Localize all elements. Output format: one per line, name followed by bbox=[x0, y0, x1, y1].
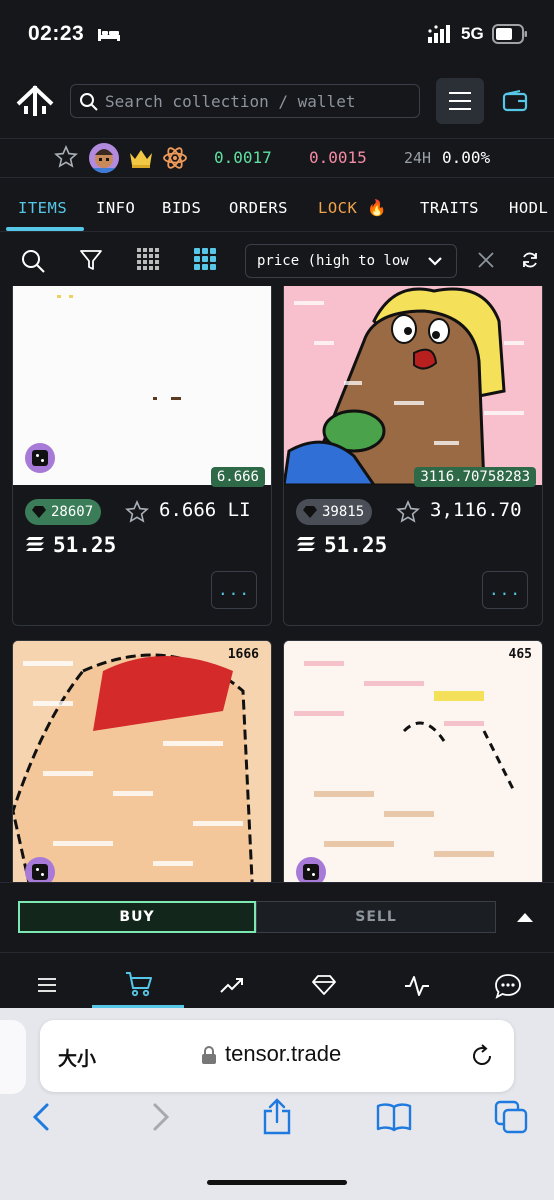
previous-tab-preview[interactable] bbox=[0, 1020, 26, 1094]
filter-icon[interactable] bbox=[79, 248, 103, 272]
change-label: 24H bbox=[404, 149, 432, 167]
supply-count: 1666 bbox=[227, 647, 259, 662]
search-icon[interactable] bbox=[20, 248, 46, 274]
star-icon[interactable] bbox=[396, 500, 420, 524]
back-icon[interactable] bbox=[30, 1102, 52, 1132]
rarity-badge: 28607 bbox=[25, 499, 102, 525]
rarity-rank: 28607 bbox=[51, 504, 94, 520]
share-icon[interactable] bbox=[262, 1098, 292, 1136]
sol-icon bbox=[297, 537, 315, 551]
trade-bar: BUY SELL bbox=[0, 882, 554, 952]
list-price: 51.25 bbox=[324, 533, 388, 557]
forward-icon[interactable] bbox=[150, 1102, 172, 1132]
list-icon[interactable] bbox=[37, 977, 57, 993]
lock-icon bbox=[202, 1046, 216, 1064]
tab-traits[interactable]: TRAITS bbox=[420, 199, 479, 217]
gem-icon bbox=[32, 506, 46, 518]
nft-card[interactable]: 6.666 28607 6.666 LI 51.25 ... bbox=[12, 286, 272, 626]
supply-count: 465 bbox=[508, 647, 532, 662]
battery-icon bbox=[492, 24, 527, 44]
nft-card[interactable]: 465 bbox=[283, 640, 543, 882]
tab-hodl[interactable]: HODL bbox=[509, 199, 548, 217]
last-price: 3,116.70 bbox=[430, 499, 522, 521]
nft-card[interactable]: 3116.70758283 39815 3,116.70 51.25 ... bbox=[283, 286, 543, 626]
more-options-button[interactable]: ... bbox=[211, 571, 257, 609]
nft-image[interactable] bbox=[284, 286, 542, 485]
close-icon[interactable] bbox=[477, 251, 495, 269]
refresh-icon[interactable] bbox=[521, 251, 539, 269]
tab-orders[interactable]: ORDERS bbox=[229, 199, 288, 217]
buy-button[interactable]: BUY bbox=[18, 901, 256, 933]
search-icon bbox=[80, 93, 98, 111]
search-input[interactable] bbox=[105, 85, 415, 117]
sell-button[interactable]: SELL bbox=[256, 901, 496, 933]
chart-icon[interactable] bbox=[220, 977, 244, 993]
app-header bbox=[0, 70, 554, 138]
rank-tag: 3116.70758283 bbox=[414, 467, 536, 487]
star-icon[interactable] bbox=[54, 145, 78, 169]
tab-lock[interactable]: LOCK 🔥 bbox=[318, 199, 387, 217]
wallet-icon[interactable] bbox=[502, 90, 528, 112]
items-grid: 6.666 28607 6.666 LI 51.25 ... 3116.7075… bbox=[0, 286, 554, 882]
signal-icon bbox=[428, 25, 450, 43]
dice-icon[interactable] bbox=[296, 857, 326, 882]
floor-price: 0.0017 bbox=[214, 148, 272, 167]
gem-icon bbox=[303, 506, 317, 518]
sort-value: price (high to low bbox=[257, 253, 409, 269]
sol-icon bbox=[26, 537, 44, 551]
grid-large-icon[interactable] bbox=[194, 248, 216, 270]
bookmarks-icon[interactable] bbox=[376, 1102, 412, 1132]
last-price: 6.666 LI bbox=[159, 499, 251, 521]
hamburger-menu-icon[interactable] bbox=[436, 78, 484, 124]
address-bar[interactable]: 大小 tensor.trade bbox=[40, 1020, 514, 1092]
url-text: tensor.trade bbox=[225, 1041, 342, 1066]
dice-icon[interactable] bbox=[25, 443, 55, 473]
tabs-icon[interactable] bbox=[494, 1100, 528, 1134]
browser-toolbar: 大小 tensor.trade bbox=[0, 1008, 554, 1200]
home-indicator[interactable] bbox=[207, 1180, 347, 1185]
more-options-button[interactable]: ... bbox=[482, 571, 528, 609]
chevron-down-icon bbox=[428, 257, 442, 266]
activity-icon[interactable] bbox=[404, 975, 430, 997]
active-tab-indicator bbox=[6, 227, 84, 231]
diamond-icon[interactable] bbox=[311, 975, 337, 995]
collection-avatar bbox=[89, 143, 119, 173]
nft-image[interactable]: 465 bbox=[284, 641, 542, 882]
network-type: 5G bbox=[461, 24, 484, 43]
crown-icon bbox=[130, 150, 152, 168]
list-price: 51.25 bbox=[53, 533, 117, 557]
nft-card[interactable]: 1666 bbox=[12, 640, 272, 882]
tab-bar: ITEMS INFO BIDS ORDERS LOCK 🔥 TRAITS HOD… bbox=[0, 178, 554, 232]
tab-items[interactable]: ITEMS bbox=[18, 199, 67, 217]
status-time: 02:23 bbox=[28, 22, 85, 45]
tab-info[interactable]: INFO bbox=[96, 199, 135, 217]
search-box[interactable] bbox=[70, 84, 420, 118]
caret-up-icon[interactable] bbox=[516, 911, 534, 923]
rarity-rank: 39815 bbox=[322, 504, 365, 520]
reload-icon[interactable] bbox=[470, 1044, 494, 1068]
nft-image[interactable]: 1666 bbox=[13, 641, 271, 882]
collection-stats: 0.0017 0.0015 24H 0.00% bbox=[0, 138, 554, 178]
tensor-logo[interactable] bbox=[16, 84, 54, 118]
rarity-badge: 39815 bbox=[296, 499, 373, 525]
atom-icon bbox=[163, 147, 187, 169]
bed-icon bbox=[98, 29, 120, 41]
items-toolbar: price (high to low bbox=[0, 232, 554, 286]
best-bid: 0.0015 bbox=[309, 148, 367, 167]
bottom-nav bbox=[0, 952, 554, 1009]
chat-icon[interactable] bbox=[494, 973, 522, 999]
grid-small-icon[interactable] bbox=[137, 248, 159, 270]
sort-select[interactable]: price (high to low bbox=[245, 244, 457, 278]
dice-icon[interactable] bbox=[25, 857, 55, 882]
status-bar: 02:23 5G bbox=[0, 0, 554, 70]
tab-bids[interactable]: BIDS bbox=[162, 199, 201, 217]
star-icon[interactable] bbox=[125, 500, 149, 524]
text-size-label: 大小 bbox=[58, 1048, 97, 1070]
rank-tag: 6.666 bbox=[210, 467, 265, 487]
change-value: 0.00% bbox=[442, 148, 491, 167]
cart-icon[interactable] bbox=[125, 971, 153, 997]
text-size-button[interactable]: 大小 bbox=[58, 1044, 96, 1071]
